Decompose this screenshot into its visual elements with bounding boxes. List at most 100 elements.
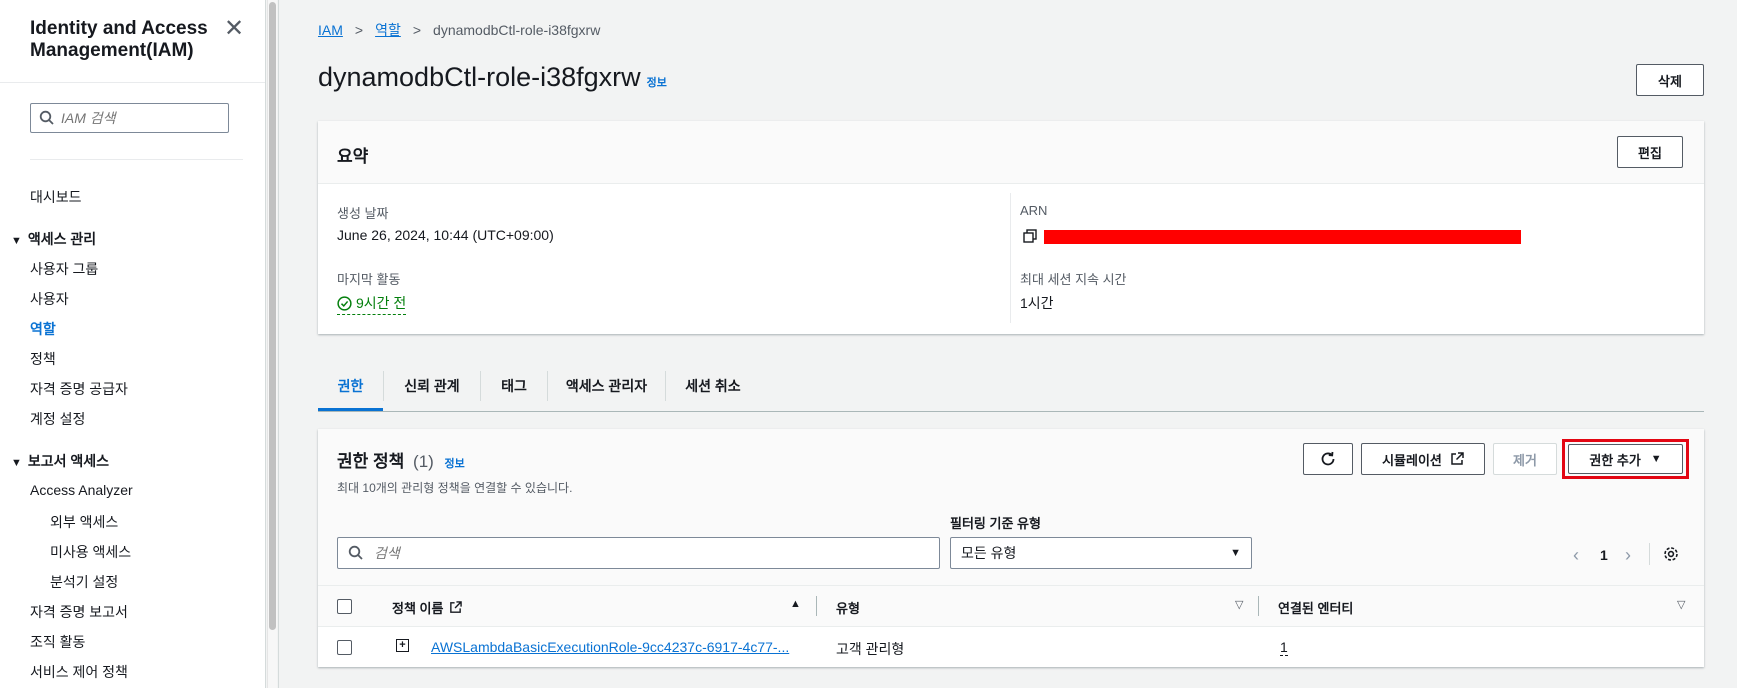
column-policy-name[interactable]: 정책 이름 [392,598,463,617]
sidebar-search[interactable] [30,103,229,133]
column-label: 정책 이름 [392,601,444,616]
section-label: 보고서 액세스 [27,453,110,469]
expand-icon[interactable]: + [396,639,409,652]
remove-button[interactable]: 제거 [1493,443,1557,475]
arn-label: ARN [1020,203,1048,218]
sidebar-item-dashboard[interactable]: 대시보드 [30,187,82,207]
sidebar-scrollbar[interactable] [267,0,277,688]
breadcrumb: IAM > 역할 > dynamodbCtl-role-i38fgxrw [318,20,600,40]
breadcrumb-iam[interactable]: IAM [318,22,343,38]
divider [1649,543,1650,565]
tab-revoke-sessions[interactable]: 세션 취소 [666,363,760,409]
policy-search[interactable] [337,537,940,569]
simulate-label: 시뮬레이션 [1382,452,1442,468]
sort-icon[interactable]: ▽ [1677,598,1685,611]
sidebar-item-external-access[interactable]: 외부 액세스 [50,512,118,532]
sidebar-section-reports[interactable]: ▼ 보고서 액세스 [11,451,109,471]
column-attached-entities[interactable]: 연결된 엔터티 [1278,598,1353,617]
policies-title: 권한 정책 (1) 정보 [337,447,465,472]
simulate-button[interactable]: 시뮬레이션 [1361,443,1485,475]
sidebar-item-identity-providers[interactable]: 자격 증명 공급자 [30,379,128,399]
filter-value: 모든 유형 [961,545,1017,561]
divider [1010,193,1011,323]
sidebar-item-credential-report[interactable]: 자격 증명 보고서 [30,602,128,622]
filter-type-select[interactable]: 모든 유형 ▼ [950,537,1252,569]
divider [30,159,243,160]
policies-count: (1) [413,452,434,471]
created-label: 생성 날짜 [337,206,389,221]
add-permissions-label: 권한 추가 [1589,452,1641,468]
sidebar-search-input[interactable] [61,110,211,126]
sidebar: Identity and Access Management(IAM) ✕ 대시… [0,0,266,688]
page-number[interactable]: 1 [1600,547,1608,563]
breadcrumb-roles[interactable]: 역할 [375,20,401,40]
caret-down-icon: ▼ [11,457,22,469]
sidebar-item-organization-activity[interactable]: 조직 활동 [30,632,85,652]
info-link[interactable]: 정보 [647,77,667,89]
sort-icon[interactable]: ▽ [1235,598,1243,611]
sidebar-item-policies[interactable]: 정책 [30,349,56,369]
redacted-arn [1044,230,1521,244]
row-checkbox[interactable] [337,640,352,655]
page-title: dynamodbCtl-role-i38fgxrw 정보 [318,62,667,93]
select-all-checkbox[interactable] [337,599,352,614]
info-link[interactable]: 정보 [445,458,465,470]
refresh-button[interactable] [1303,443,1353,475]
sidebar-item-user-groups[interactable]: 사용자 그룹 [30,259,98,279]
sidebar-title: Identity and Access Management(IAM) [30,18,208,61]
add-permissions-button[interactable]: 권한 추가 ▼ [1568,444,1683,474]
delete-button[interactable]: 삭제 [1636,64,1704,96]
policy-name-link[interactable]: AWSLambdaBasicExecutionRole-9cc4237c-691… [431,639,789,655]
copy-icon[interactable] [1023,229,1037,248]
last-activity-value[interactable]: 9시간 전 [337,293,407,315]
caret-down-icon: ▼ [1650,453,1662,465]
summary-title: 요약 [337,147,369,166]
filter-label: 필터링 기준 유형 [950,516,1041,531]
section-label: 액세스 관리 [27,231,97,247]
refresh-icon [1321,451,1335,466]
sidebar-item-unused-access[interactable]: 미사용 액세스 [50,542,131,562]
column-resizer[interactable] [1258,596,1259,616]
column-type[interactable]: 유형 [836,598,860,617]
attached-entities-count[interactable]: 1 [1280,639,1288,656]
tab-access-advisor[interactable]: 액세스 관리자 [548,363,665,409]
policies-subtitle: 최대 10개의 관리형 정책을 연결할 수 있습니다. [337,481,573,495]
table-row: + AWSLambdaBasicExecutionRole-9cc4237c-6… [318,627,1704,667]
summary-header: 요약 편집 [318,121,1704,184]
page-title-text: dynamodbCtl-role-i38fgxrw [318,62,641,92]
column-resizer[interactable] [816,596,817,616]
tabs: 권한 신뢰 관계 태그 액세스 관리자 세션 취소 [318,363,1704,412]
last-activity-label: 마지막 활동 [337,272,401,287]
prev-page-icon[interactable]: ‹ [1573,545,1579,566]
next-page-icon[interactable]: › [1625,545,1631,566]
tab-tags[interactable]: 태그 [481,363,547,409]
tab-permissions[interactable]: 권한 [318,363,383,411]
scrollbar-thumb[interactable] [269,2,276,630]
caret-down-icon: ▼ [11,235,22,247]
divider [278,0,279,688]
policies-title-text: 권한 정책 [337,452,405,471]
divider [0,82,265,83]
max-session-value: 1시간 [1020,295,1054,311]
chevron-right-icon: > [354,22,364,38]
check-circle-icon [337,295,352,311]
sidebar-item-access-analyzer[interactable]: Access Analyzer [30,482,133,498]
table-header: 정책 이름 ▲ 유형 ▽ 연결된 엔터티 ▽ [318,586,1704,627]
tab-trust-relationships[interactable]: 신뢰 관계 [384,363,480,409]
sort-ascending-icon[interactable]: ▲ [790,598,801,610]
policy-search-input[interactable] [372,544,916,562]
chevron-right-icon: > [412,22,422,38]
external-link-icon [450,601,463,613]
close-icon[interactable]: ✕ [224,17,244,41]
sidebar-item-roles[interactable]: 역할 [30,319,56,339]
search-icon [348,545,363,560]
caret-down-icon: ▼ [1230,547,1241,559]
settings-gear-icon[interactable] [1662,545,1680,568]
sidebar-item-analyzer-settings[interactable]: 분석기 설정 [50,572,118,592]
sidebar-item-account-settings[interactable]: 계정 설정 [30,409,85,429]
edit-button[interactable]: 편집 [1617,136,1683,168]
sidebar-item-service-control-policies[interactable]: 서비스 제어 정책 [30,662,128,682]
permissions-policies-card: 권한 정책 (1) 정보 최대 10개의 관리형 정책을 연결할 수 있습니다.… [318,429,1704,667]
sidebar-item-users[interactable]: 사용자 [30,289,69,309]
sidebar-section-access-management[interactable]: ▼ 액세스 관리 [11,229,96,249]
